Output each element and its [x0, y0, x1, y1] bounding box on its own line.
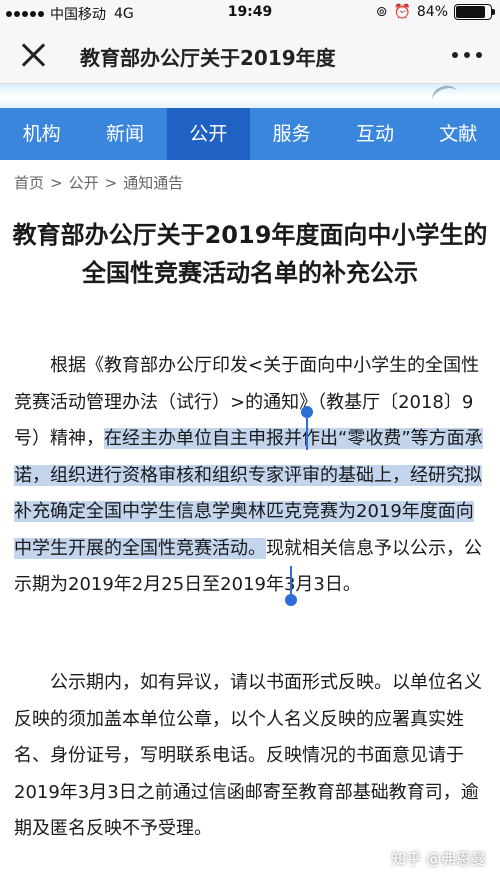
breadcrumb-public[interactable]: 公开 — [69, 174, 99, 192]
selection-start-handle[interactable] — [301, 406, 313, 450]
breadcrumb-notices[interactable]: 通知通告 — [123, 174, 183, 192]
more-options-icon[interactable] — [452, 52, 482, 58]
menu-item-documents[interactable]: 文献 — [417, 108, 500, 160]
article-title: 教育部办公厅关于2019年度面向中小学生的全国性竞赛活动名单的补充公示 — [12, 221, 488, 287]
battery-percent: 84% — [416, 4, 448, 20]
battery-icon — [454, 4, 495, 20]
nav-bar: 教育部办公厅关于2019年度 — [0, 26, 500, 84]
main-menu: 机构 新闻 公开 服务 互动 文献 — [0, 108, 500, 160]
battery-fill — [456, 6, 485, 18]
close-icon[interactable] — [18, 40, 48, 70]
menu-item-news[interactable]: 新闻 — [83, 108, 166, 160]
breadcrumb: 首页 > 公开 > 通知通告 — [14, 172, 183, 193]
article-paragraph-2: 公示期内，如有异议，请以书面形式反映。以单位名义反映的须加盖本单位公章，以个人名… — [14, 672, 482, 839]
page-title: 教育部办公厅关于2019年度 — [80, 46, 336, 70]
breadcrumb-separator: > — [104, 174, 118, 192]
menu-item-services[interactable]: 服务 — [250, 108, 333, 160]
alarm-icon: ⏰ — [393, 4, 411, 20]
bird-decoration-icon — [429, 84, 461, 108]
menu-item-institutions[interactable]: 机构 — [0, 108, 83, 160]
status-bar: 中国移动 4G 19:49 ⊚ ⏰ 84% — [0, 0, 500, 26]
site-banner — [0, 84, 500, 108]
selection-end-handle[interactable] — [285, 566, 297, 606]
status-right: ⊚ ⏰ 84% — [375, 4, 495, 20]
breadcrumb-separator: > — [50, 174, 63, 192]
watermark: 知乎 @弗恩曼 — [391, 850, 486, 868]
menu-item-interaction[interactable]: 互动 — [333, 108, 416, 160]
menu-item-public[interactable]: 公开 — [166, 108, 250, 160]
rotation-lock-icon: ⊚ — [375, 4, 388, 20]
breadcrumb-home[interactable]: 首页 — [14, 174, 44, 192]
article-paragraph-1: 根据《教育部办公厅印发<关于面向中小学生的全国性竞赛活动管理办法（试行）>的通知… — [14, 348, 488, 604]
